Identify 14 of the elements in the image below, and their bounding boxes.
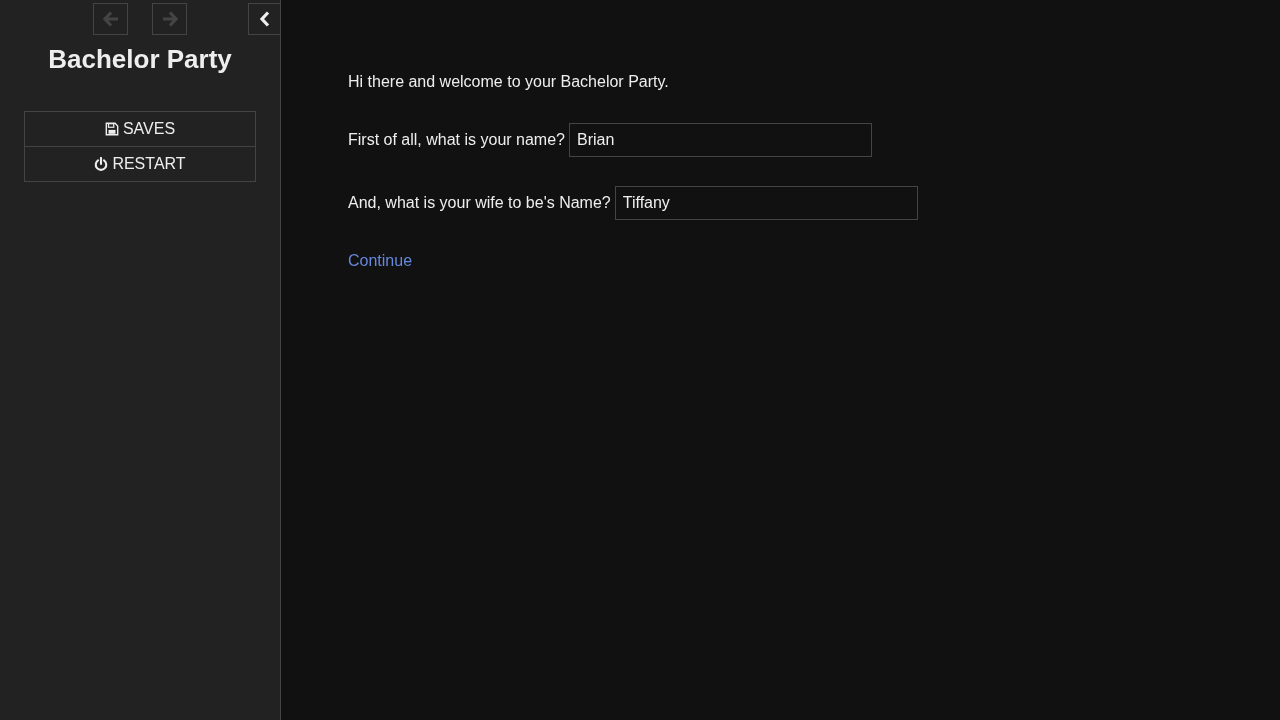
text-input[interactable]: Brian <box>568 123 872 157</box>
sidebar-toggle-button[interactable] <box>248 3 281 35</box>
arrow-right-icon <box>161 11 178 27</box>
saves-button[interactable]: SAVES <box>25 112 255 146</box>
field-label: And, what is your wife to be's Name? <box>348 193 611 213</box>
text-input[interactable]: Tiffany <box>614 186 918 220</box>
arrow-left-icon <box>102 11 119 27</box>
passage-text: Hi there and welcome to your Bachelor Party. <box>348 72 669 92</box>
restart-button[interactable]: RESTART <box>25 146 255 181</box>
power-icon <box>94 157 109 171</box>
chevron-left-icon <box>258 11 271 27</box>
field-label: First of all, what is your name? <box>348 130 565 150</box>
continue-link[interactable]: Continue <box>348 252 413 269</box>
story-title: Bachelor Party <box>48 44 232 74</box>
